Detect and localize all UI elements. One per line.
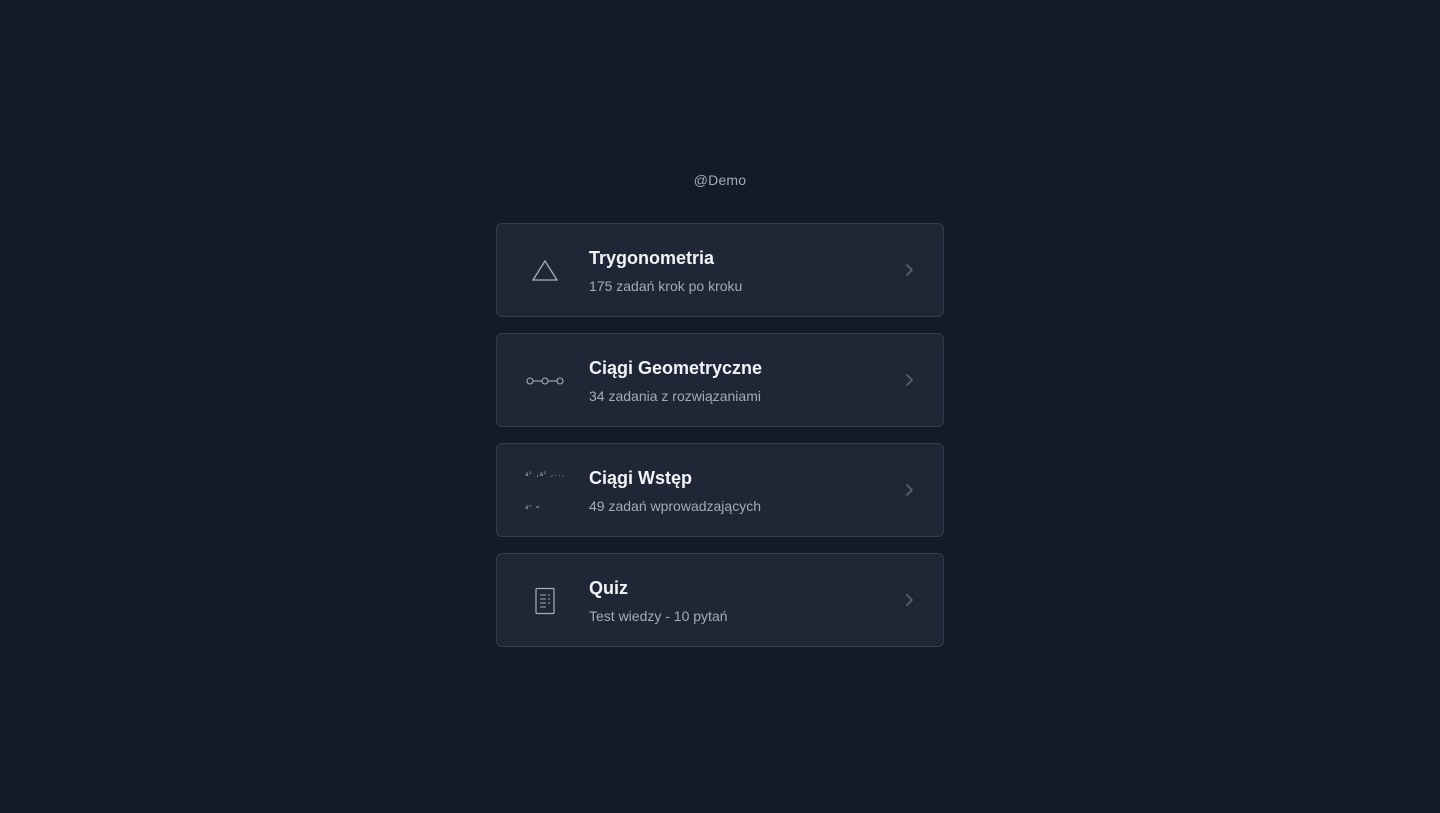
chevron-right-icon (906, 264, 913, 276)
quiz-sheet-icon (525, 581, 565, 621)
course-subtitle: 49 zadań wprowadzających (589, 498, 761, 514)
chevron-right-icon (906, 484, 913, 496)
course-title: Ciągi Wstęp (589, 468, 693, 488)
sequence-terms-icon: a¹ ,a² ,... aⁿ = (525, 471, 565, 511)
course-card-ciagi-geometryczne[interactable]: Ciągi Geometryczne 34 zadania z rozwiąza… (496, 333, 944, 427)
username-label: @Demo (693, 172, 747, 188)
course-title: Ciągi Geometryczne (589, 358, 763, 378)
triangle-icon (525, 251, 565, 291)
course-subtitle: Test wiedzy - 10 pytań (589, 608, 728, 624)
nodes-sequence-icon (525, 361, 565, 401)
course-card-quiz[interactable]: Quiz Test wiedzy - 10 pytań (496, 553, 944, 647)
course-card-trygonometria[interactable]: Trygonometria 175 zadań krok po kroku (496, 223, 944, 317)
chevron-right-icon (906, 594, 913, 606)
course-subtitle: 34 zadania z rozwiązaniami (589, 388, 761, 404)
course-title: Quiz (589, 578, 628, 598)
course-subtitle: 175 zadań krok po kroku (589, 278, 743, 294)
sequence-terms-line-1: a¹ ,a² ,... (525, 471, 565, 478)
sequence-terms-line-2: aⁿ = (525, 504, 540, 511)
course-list: Trygonometria 175 zadań krok po kroku Ci… (496, 223, 944, 663)
course-card-ciagi-wstep[interactable]: a¹ ,a² ,... aⁿ = Ciągi Wstęp 49 zadań wp… (496, 443, 944, 537)
course-title: Trygonometria (589, 248, 715, 268)
chevron-right-icon (906, 374, 913, 386)
home-page: @Demo Trygonometria 175 zadań krok po kr… (0, 0, 1440, 813)
